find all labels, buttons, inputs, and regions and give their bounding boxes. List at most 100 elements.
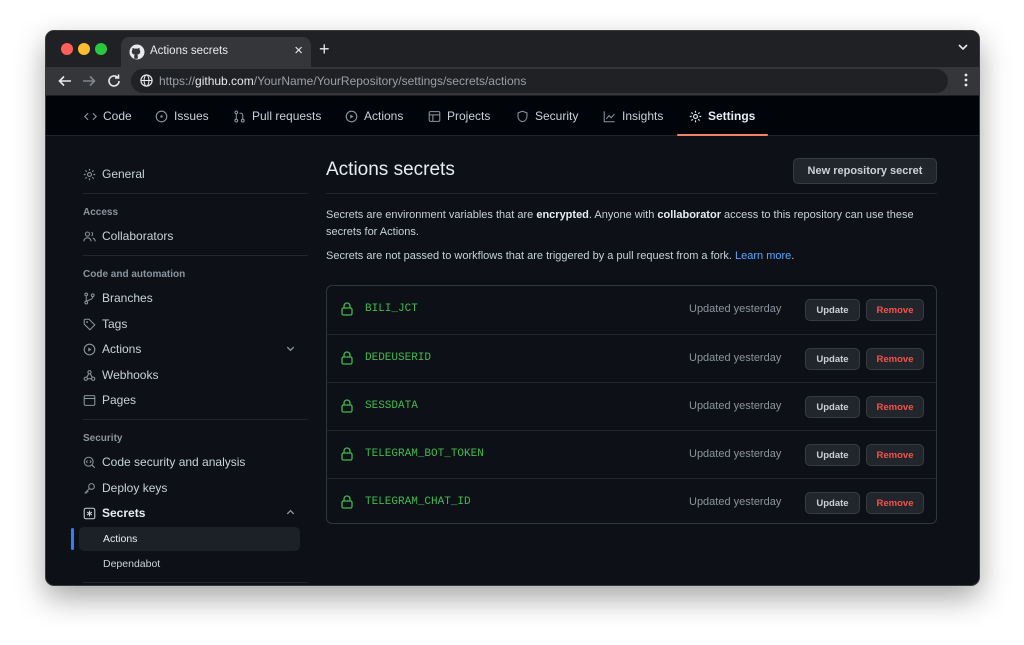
secret-row: TELEGRAM_CHAT_ID Updated yesterday Updat… [327, 478, 936, 523]
browser-tab[interactable]: Actions secrets × [121, 37, 311, 67]
update-button[interactable]: Update [805, 299, 860, 321]
update-button[interactable]: Update [805, 492, 860, 514]
tab-issues[interactable]: Issues [155, 96, 209, 136]
tab-settings[interactable]: Settings [676, 96, 769, 136]
sidebar-item-label: Webhooks [102, 368, 159, 382]
page-title: Actions secrets [326, 159, 455, 180]
desc-emphasis: collaborator [657, 209, 721, 221]
shield-icon [517, 110, 528, 122]
sidebar-item-pages[interactable]: Pages [83, 389, 308, 411]
tab-label: Pull requests [252, 109, 322, 123]
lock-icon [341, 351, 353, 365]
active-item-indicator [71, 528, 74, 550]
sidebar-item-code-security[interactable]: Code security and analysis [83, 451, 308, 473]
update-button[interactable]: Update [805, 444, 860, 466]
tab-label: Insights [622, 109, 664, 123]
chevron-down-icon[interactable] [285, 343, 296, 354]
reload-icon[interactable] [105, 72, 123, 90]
play-icon [83, 343, 96, 355]
tab-close-icon[interactable]: × [294, 42, 303, 59]
tab-security[interactable]: Security [516, 96, 578, 136]
gear-icon [689, 110, 702, 122]
tab-strip: Actions secrets × + [46, 31, 979, 67]
tab-search-chevron-icon[interactable] [957, 41, 969, 53]
table-icon [428, 110, 441, 122]
maximize-window-button[interactable] [95, 43, 107, 55]
sidebar-subitem-dependabot[interactable]: Dependabot [79, 552, 300, 576]
tab-label: Code [103, 109, 132, 123]
secret-updated: Updated yesterday [689, 303, 782, 315]
sidebar-subitem-actions[interactable]: Actions [79, 527, 300, 551]
secret-updated: Updated yesterday [689, 352, 782, 364]
lock-icon [341, 302, 353, 316]
sidebar-divider [83, 255, 308, 256]
secret-name: TELEGRAM_CHAT_ID [365, 496, 471, 508]
tab-label: Actions [364, 109, 404, 123]
sidebar-divider [83, 582, 308, 583]
sidebar-item-label: Secrets [102, 506, 146, 520]
tab-actions[interactable]: Actions [345, 96, 403, 136]
description-encrypted: Secrets are environment variables that a… [326, 207, 937, 241]
tab-insights[interactable]: Insights [603, 96, 663, 136]
pull-request-icon [234, 110, 245, 122]
issue-icon [155, 110, 168, 122]
lock-icon [341, 399, 353, 413]
remove-button[interactable]: Remove [866, 492, 924, 514]
secrets-list: BILI_JCT Updated yesterday Update Remove… [326, 285, 937, 524]
minimize-window-button[interactable] [78, 43, 90, 55]
browser-menu-icon[interactable] [964, 73, 968, 87]
forward-arrow-icon[interactable] [80, 72, 98, 90]
secret-name: TELEGRAM_BOT_TOKEN [365, 448, 484, 460]
address-bar[interactable]: https://github.com/YourName/YourReposito… [131, 69, 948, 93]
remove-button[interactable]: Remove [866, 299, 924, 321]
secret-row: TELEGRAM_BOT_TOKEN Updated yesterday Upd… [327, 430, 936, 478]
secret-updated: Updated yesterday [689, 448, 782, 460]
remove-button[interactable]: Remove [866, 444, 924, 466]
sidebar-divider [83, 193, 308, 194]
tab-pull-requests[interactable]: Pull requests [233, 96, 321, 136]
desc-text: . [791, 250, 795, 262]
sidebar-divider [83, 419, 308, 420]
secret-row: SESSDATA Updated yesterday Update Remove [327, 382, 936, 430]
remove-button[interactable]: Remove [866, 396, 924, 418]
people-icon [83, 231, 96, 241]
desc-text: . Anyone with [588, 209, 658, 221]
new-tab-button[interactable]: + [319, 39, 330, 60]
codescan-icon [83, 456, 96, 468]
sidebar-item-actions[interactable]: Actions [83, 338, 308, 360]
learn-more-link[interactable]: Learn more [735, 250, 791, 262]
sidebar-item-label: General [102, 167, 145, 181]
tab-projects[interactable]: Projects [428, 96, 490, 136]
tab-code[interactable]: Code [84, 96, 132, 136]
secret-name: DEDEUSERID [365, 352, 432, 364]
browser-icon [83, 394, 96, 406]
sidebar-item-collaborators[interactable]: Collaborators [83, 225, 308, 247]
sidebar-item-tags[interactable]: Tags [83, 313, 308, 335]
sidebar-item-label: Pages [102, 393, 137, 407]
sidebar-item-label: Deploy keys [102, 481, 168, 495]
sidebar-item-deploy-keys[interactable]: Deploy keys [83, 477, 308, 499]
update-button[interactable]: Update [805, 348, 860, 370]
sidebar-heading-security: Security [83, 433, 123, 444]
sidebar-item-webhooks[interactable]: Webhooks [83, 364, 308, 386]
update-button[interactable]: Update [805, 396, 860, 418]
sidebar-item-label: Tags [102, 317, 128, 331]
code-icon [84, 112, 97, 120]
sidebar-item-branches[interactable]: Branches [83, 287, 308, 309]
close-window-button[interactable] [61, 43, 73, 55]
remove-button[interactable]: Remove [866, 348, 924, 370]
title-divider [326, 193, 937, 194]
sidebar-item-label: Code security and analysis [102, 455, 246, 469]
back-arrow-icon[interactable] [56, 72, 74, 90]
sidebar-item-secrets[interactable]: Secrets [83, 502, 308, 524]
chevron-up-icon[interactable] [285, 507, 296, 518]
browser-window: Actions secrets × + https://github.com/Y… [45, 30, 980, 586]
tab-label: Settings [708, 109, 756, 123]
sidebar-item-label: Branches [102, 291, 153, 305]
sidebar-item-general[interactable]: General [83, 163, 308, 185]
url-scheme: https:// [159, 74, 196, 88]
new-repository-secret-button[interactable]: New repository secret [793, 158, 937, 184]
secret-row: BILI_JCT Updated yesterday Update Remove [327, 286, 936, 334]
site-info-icon[interactable] [140, 74, 153, 87]
url-host: github.com [195, 74, 254, 88]
